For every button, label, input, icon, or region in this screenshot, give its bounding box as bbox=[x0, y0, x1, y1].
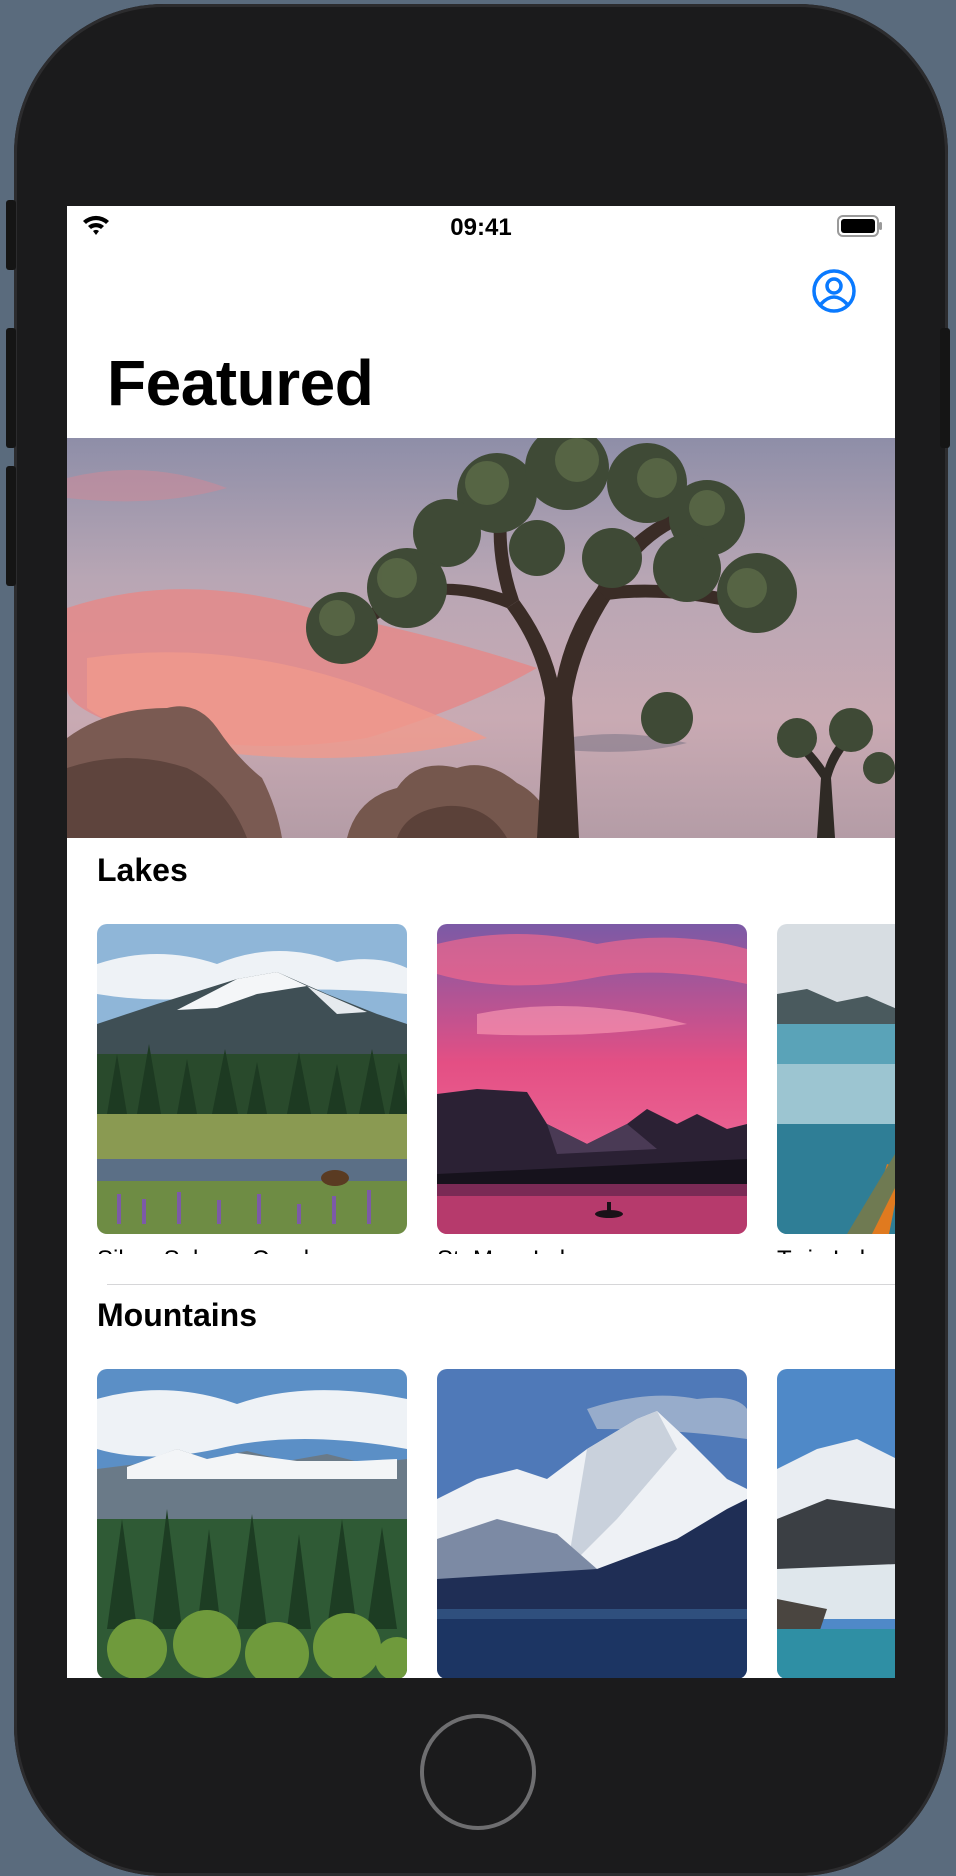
landmark-image bbox=[97, 1369, 407, 1678]
lakes-row: Silver Salmon Creek bbox=[97, 924, 895, 1254]
landmark-card[interactable] bbox=[777, 1369, 895, 1678]
landmark-card[interactable] bbox=[437, 1369, 747, 1678]
landmark-card[interactable]: Twin Lake bbox=[777, 924, 895, 1254]
landmark-name: St. Mary Lake bbox=[437, 1246, 747, 1254]
landmark-image bbox=[777, 924, 895, 1234]
landmark-image bbox=[437, 1369, 747, 1678]
landmark-image bbox=[97, 924, 407, 1234]
landmark-image bbox=[437, 924, 747, 1234]
section-title-lakes: Lakes bbox=[97, 852, 188, 888]
app-screen: 09:41 Featured Lakes Mountains bbox=[67, 206, 895, 1678]
volume-down-button bbox=[6, 466, 16, 586]
landmark-card[interactable] bbox=[97, 1369, 407, 1678]
status-bar: 09:41 bbox=[67, 206, 895, 246]
page-title: Featured bbox=[107, 347, 374, 419]
section-divider bbox=[107, 1284, 895, 1285]
volume-up-button bbox=[6, 328, 16, 448]
landmark-image bbox=[777, 1369, 895, 1678]
battery-icon bbox=[837, 215, 882, 237]
mountains-row bbox=[97, 1369, 895, 1678]
landmark-card[interactable]: St. Mary Lake bbox=[437, 924, 747, 1254]
section-title-mountains: Mountains bbox=[97, 1297, 257, 1333]
status-time: 09:41 bbox=[450, 214, 512, 241]
landmark-name: Silver Salmon Creek bbox=[97, 1246, 407, 1254]
home-button[interactable] bbox=[420, 1714, 536, 1830]
mute-switch bbox=[6, 200, 16, 270]
landmark-card[interactable]: Silver Salmon Creek bbox=[97, 924, 407, 1254]
joshua-tree-illustration bbox=[67, 438, 895, 838]
landmark-name: Twin Lake bbox=[777, 1246, 895, 1254]
person-circle-icon[interactable] bbox=[811, 268, 857, 314]
power-button bbox=[940, 328, 950, 448]
featured-hero-image[interactable] bbox=[67, 438, 895, 838]
